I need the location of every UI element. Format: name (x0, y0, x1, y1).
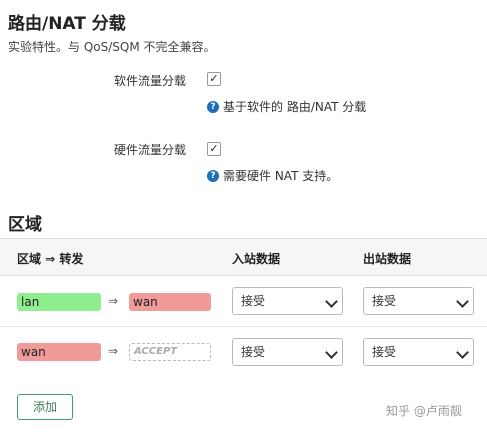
output-policy-value: 接受 (372, 294, 397, 308)
help-icon: ? (207, 169, 219, 182)
hardware-offload-help-text: 需要硬件 NAT 支持。 (223, 169, 339, 183)
forward-placeholder-accept[interactable]: ACCEPT (129, 343, 211, 361)
software-offload-help-text: 基于软件的 路由/NAT 分载 (223, 100, 367, 114)
column-header-input: 入站数据 (232, 252, 281, 266)
input-policy-select[interactable]: 接受 (232, 287, 343, 315)
hardware-offload-help: ? 需要硬件 NAT 支持。 (207, 167, 338, 184)
offload-description: 实验特性。与 QoS/SQM 不完全兼容。 (8, 40, 216, 54)
zone-badge-lan[interactable]: lan (17, 293, 101, 311)
input-policy-select[interactable]: 接受 (232, 338, 343, 366)
forward-badge-wan[interactable]: wan (129, 293, 211, 311)
hardware-offload-label: 硬件流量分载 (113, 143, 186, 157)
output-policy-value: 接受 (372, 345, 397, 359)
output-policy-select[interactable]: 接受 (363, 287, 474, 315)
output-policy-select[interactable]: 接受 (363, 338, 474, 366)
offload-section-title: 路由/NAT 分载 (8, 14, 126, 34)
column-header-zone-forward: 区域 ⇒ 转发 (17, 252, 84, 266)
forward-arrow: ⇒ (108, 294, 119, 308)
chevron-down-icon (325, 346, 338, 359)
input-policy-value: 接受 (241, 294, 266, 308)
forward-arrow: ⇒ (108, 344, 119, 358)
row-divider (0, 326, 487, 327)
zone-badge-wan[interactable]: wan (17, 343, 101, 361)
hardware-offload-checkbox[interactable]: ✓ (207, 142, 221, 156)
chevron-down-icon (456, 295, 469, 308)
add-zone-button[interactable]: 添加 (17, 394, 73, 420)
software-offload-checkbox[interactable]: ✓ (207, 72, 221, 86)
zones-section-title: 区域 (8, 215, 42, 235)
input-policy-value: 接受 (241, 345, 266, 359)
software-offload-help: ? 基于软件的 路由/NAT 分载 (207, 98, 366, 115)
software-offload-label: 软件流量分载 (113, 74, 186, 88)
watermark: 知乎 @卢雨靓 (386, 404, 462, 418)
help-icon: ? (207, 100, 219, 113)
chevron-down-icon (456, 346, 469, 359)
chevron-down-icon (325, 295, 338, 308)
column-header-output: 出站数据 (363, 252, 412, 266)
